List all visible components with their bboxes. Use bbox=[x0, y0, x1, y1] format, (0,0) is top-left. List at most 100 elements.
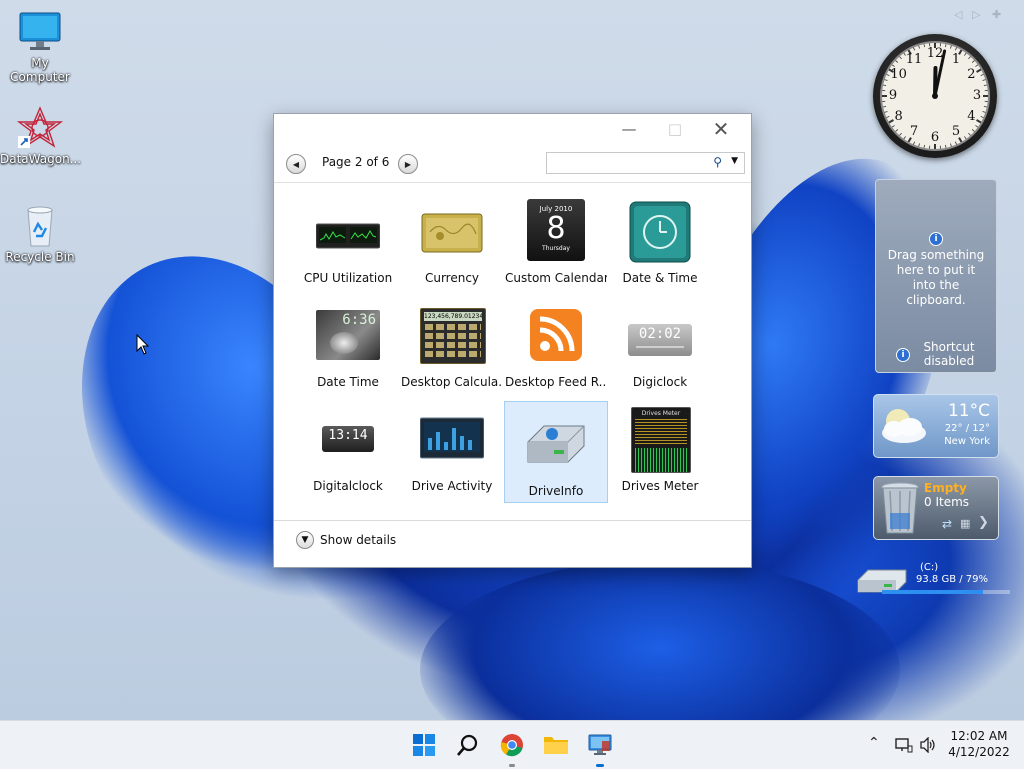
digitalclock-icon: 13:14 bbox=[322, 426, 374, 452]
close-button[interactable]: ✕ bbox=[698, 114, 744, 144]
calendar-day: 8 bbox=[527, 213, 585, 245]
gadget-tile[interactable]: 123,456,789.01234 Desktop Calcula... bbox=[400, 302, 504, 404]
desktop-icon-label: Recycle Bin bbox=[0, 250, 80, 264]
search-button[interactable] bbox=[451, 729, 485, 761]
sidebar-next-icon[interactable]: ▷ bbox=[972, 8, 980, 21]
monitor-icon bbox=[16, 10, 64, 54]
details-divider bbox=[274, 520, 751, 521]
taskbar: ⌃ 12:02 AM 4/12/2022 bbox=[0, 720, 1024, 769]
datawagon-logo-icon bbox=[16, 106, 64, 150]
clock-hands-icon bbox=[873, 34, 997, 158]
wallpaper-swirl bbox=[420, 560, 900, 720]
recycle-empty-icon[interactable]: ▦ bbox=[960, 517, 970, 530]
gadget-tile[interactable]: Drive Activity bbox=[400, 406, 504, 508]
drive-usage: 93.8 GB / 79% bbox=[916, 574, 988, 585]
recycle-bin-gadget[interactable]: Empty 0 Items ⇄ ▦ ❯ bbox=[873, 476, 999, 540]
clipboard-gadget[interactable]: i Drag something here to put it into the… bbox=[875, 179, 997, 373]
gadget-label: Date Time bbox=[297, 375, 399, 389]
desktop-icon-datawagon[interactable]: DataWagon... bbox=[0, 106, 80, 166]
drive-info-gadget[interactable]: (C:) 93.8 GB / 79% bbox=[856, 560, 1016, 604]
currency-icon bbox=[420, 204, 484, 260]
refresh-icon[interactable]: ⇄ bbox=[942, 517, 952, 531]
cpu-meter-icon bbox=[316, 204, 380, 260]
toolbar-divider bbox=[274, 182, 751, 183]
maximize-button: □ bbox=[652, 114, 698, 144]
file-explorer-button[interactable] bbox=[539, 729, 573, 761]
show-details-button[interactable]: ▼ Show details bbox=[296, 531, 396, 549]
minimize-button[interactable]: — bbox=[606, 114, 652, 144]
gadget-tile[interactable]: 13:14 Digitalclock bbox=[296, 406, 400, 508]
next-page-button[interactable]: ▶ bbox=[398, 154, 418, 174]
calculator-display: 123,456,789.01234 bbox=[424, 312, 482, 321]
weather-range: 22° / 12° bbox=[945, 423, 990, 434]
gadget-tile[interactable]: CPU Utilization bbox=[296, 198, 400, 300]
sidebar-add-icon[interactable]: ✚ bbox=[992, 8, 1001, 21]
gadget-tile[interactable]: July 2010 8 Thursday Custom Calendar bbox=[504, 198, 608, 300]
sidebar-controls: ◁ ▷ ✚ bbox=[954, 8, 1001, 21]
weather-temp: 11°C bbox=[948, 401, 990, 421]
gadget-tile[interactable]: Currency bbox=[400, 198, 504, 300]
page-indicator: Page 2 of 6 bbox=[322, 155, 389, 169]
gadget-tile[interactable]: Drives Meter Drives Meter bbox=[608, 406, 712, 508]
previous-page-button[interactable]: ◀ bbox=[286, 154, 306, 174]
tray-clock[interactable]: 12:02 AM 4/12/2022 bbox=[944, 728, 1014, 760]
close-icon: ✕ bbox=[713, 117, 730, 141]
weather-gadget[interactable]: 11°C 22° / 12° New York bbox=[873, 394, 999, 458]
recycle-status: Empty bbox=[924, 481, 967, 495]
gadget-tile[interactable]: 02:02 Digiclock bbox=[608, 302, 712, 404]
rss-feed-icon bbox=[529, 308, 583, 362]
gadget-tile[interactable]: Date & Time bbox=[608, 198, 712, 300]
volume-icon[interactable] bbox=[919, 737, 937, 753]
sidebar-prev-icon[interactable]: ◁ bbox=[954, 8, 962, 21]
running-indicator bbox=[509, 764, 515, 767]
search-input[interactable] bbox=[551, 155, 705, 173]
chevron-down-icon[interactable]: ▼ bbox=[731, 156, 738, 166]
arrow-left-icon: ◀ bbox=[293, 160, 299, 169]
search-icon[interactable]: ⚲ bbox=[713, 155, 722, 169]
gadget-tile[interactable]: 6:36 Date Time bbox=[296, 302, 400, 404]
gadget-label: Drive Activity bbox=[401, 479, 503, 493]
gadget-tile-selected[interactable]: DriveInfo bbox=[504, 401, 608, 503]
drive-name: (C:) bbox=[920, 562, 938, 573]
chrome-taskbar-button[interactable] bbox=[495, 729, 529, 761]
drive-info-icon bbox=[524, 412, 588, 468]
chevron-down-circle-icon: ▼ bbox=[296, 531, 314, 549]
chevron-up-icon[interactable]: ⌃ bbox=[868, 735, 880, 751]
drive-activity-icon bbox=[420, 412, 484, 468]
tray-time: 12:02 AM bbox=[944, 728, 1014, 744]
trash-can-icon bbox=[878, 481, 922, 535]
date-time-icon: 6:36 bbox=[316, 310, 380, 360]
gadget-search-box[interactable]: ⚲ ▼ bbox=[546, 152, 745, 174]
gadget-tile[interactable]: Desktop Feed R... bbox=[504, 302, 608, 404]
desktop-icon-label: DataWagon... bbox=[0, 152, 80, 166]
calendar-weekday: Thursday bbox=[527, 245, 585, 252]
info-icon: i bbox=[896, 348, 910, 362]
shortcut-label: Shortcut disabled bbox=[905, 340, 979, 368]
network-icon[interactable] bbox=[895, 737, 913, 753]
weather-city: New York bbox=[944, 436, 990, 447]
digiclock-digits: 02:02 bbox=[628, 324, 692, 344]
desktop-gadgets-icon bbox=[587, 733, 613, 757]
desktop-icon-my-computer[interactable]: My Computer bbox=[0, 10, 80, 84]
drives-meter-icon: Drives Meter bbox=[631, 407, 691, 473]
gadget-label: Currency bbox=[401, 271, 503, 285]
windows-logo-icon bbox=[412, 733, 436, 757]
show-details-label: Show details bbox=[320, 533, 396, 547]
drives-meter-title: Drives Meter bbox=[635, 410, 687, 417]
desktop-icon-recycle-bin[interactable]: Recycle Bin bbox=[0, 204, 80, 264]
gadget-label: Custom Calendar bbox=[505, 271, 607, 285]
date-time-digits: 6:36 bbox=[342, 312, 376, 328]
desktop-icon-label: My Computer bbox=[0, 56, 80, 84]
digiclock-icon: 02:02 bbox=[628, 324, 692, 356]
chevron-down-icon[interactable]: ❯ bbox=[978, 515, 989, 530]
search-icon bbox=[456, 733, 480, 757]
gadget-label: Drives Meter bbox=[609, 479, 711, 493]
gadget-label: Date & Time bbox=[609, 271, 711, 285]
analog-clock-gadget[interactable]: 121234567891011 bbox=[873, 34, 997, 158]
info-icon: i bbox=[929, 232, 943, 246]
gadget-window-taskbar-button[interactable] bbox=[583, 729, 617, 761]
gadget-gallery-window: — □ ✕ ◀ Page 2 of 6 ▶ ⚲ ▼ bbox=[273, 113, 752, 568]
start-button[interactable] bbox=[407, 729, 441, 761]
recycle-items: 0 Items bbox=[924, 495, 969, 509]
gadget-label: CPU Utilization bbox=[297, 271, 399, 285]
